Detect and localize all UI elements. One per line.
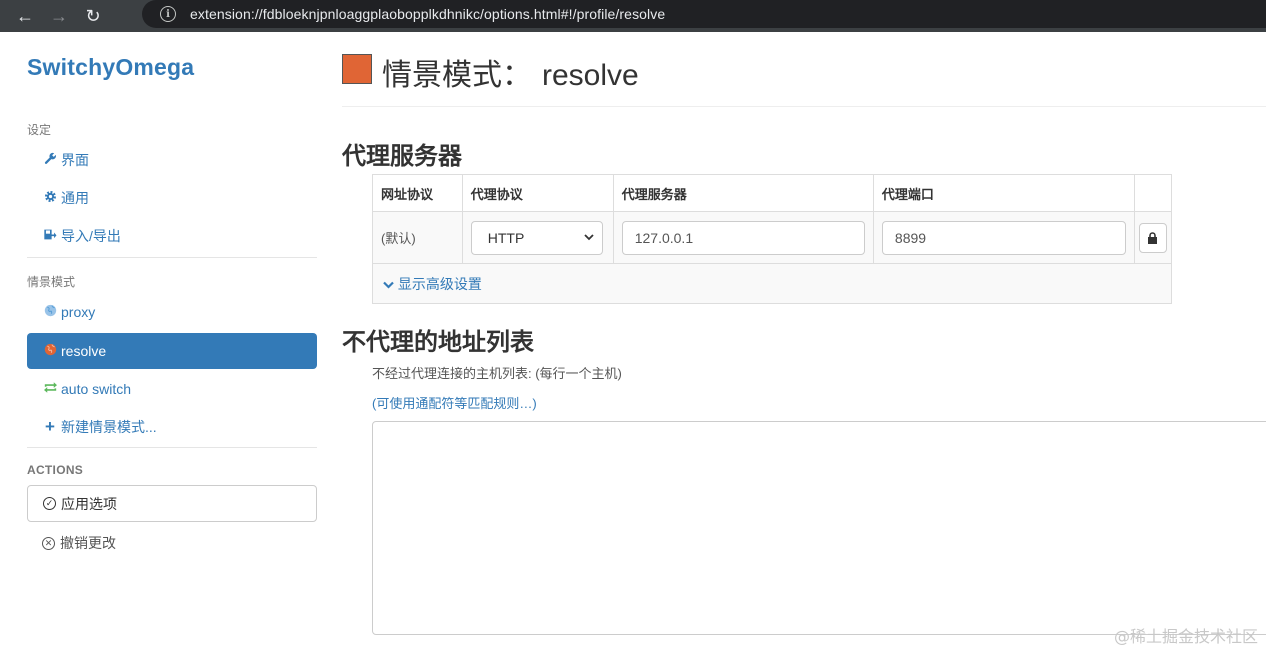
sidebar-item-import-export[interactable]: 导入/导出: [27, 218, 317, 254]
main-content: 情景模式： resolve 代理服务器 网址协议 代理协议 代理服务器 代理端口 …: [342, 32, 1266, 653]
protocol-select-value: HTTP: [487, 229, 525, 246]
app-brand[interactable]: SwitchyOmega: [27, 54, 194, 81]
lock-cell: [1133, 211, 1173, 264]
bypass-description: 不经过代理连接的主机列表: (每行一个主机): [372, 366, 622, 381]
protocol-cell: HTTP: [461, 211, 614, 264]
sidebar-item-general[interactable]: 通用: [27, 180, 317, 216]
reload-icon: ↻: [85, 5, 101, 26]
sidebar: SwitchyOmega 设定 界面 通用 导入/导出 情景模式 proxy r…: [0, 32, 330, 653]
discard-label: 撤销更改: [60, 535, 116, 551]
profiles-header: 情景模式: [27, 275, 76, 289]
column-header-protocol: 代理协议: [461, 174, 614, 212]
settings-header: 设定: [27, 123, 52, 137]
lock-icon: [1148, 231, 1158, 244]
back-arrow-icon: ←: [16, 5, 34, 26]
address-bar[interactable]: i extension://fdbloeknjpnloaggplaobopplk…: [142, 0, 1266, 28]
site-info-icon[interactable]: i: [160, 6, 176, 22]
column-header-port: 代理端口: [872, 174, 1135, 212]
watermark: @稀土掘金技术社区: [1113, 627, 1258, 646]
sidebar-item-proxy[interactable]: proxy: [27, 294, 317, 330]
globe-icon: [41, 343, 59, 359]
actions-header: ACTIONS: [27, 463, 84, 477]
sidebar-item-resolve[interactable]: resolve: [27, 333, 317, 369]
check-circle-icon: ✓: [43, 497, 56, 510]
sidebar-divider: [27, 257, 317, 258]
forward-arrow-icon: →: [50, 5, 68, 26]
new-profile-label: 新建情景模式...: [61, 419, 157, 435]
column-header-scheme: 网址协议: [372, 174, 463, 212]
sidebar-item-label: 通用: [61, 190, 89, 206]
column-header-actions: [1133, 174, 1173, 212]
profile-color-swatch[interactable]: [342, 54, 372, 84]
sidebar-divider: [27, 447, 317, 448]
bypass-list-textarea[interactable]: [372, 421, 1266, 635]
new-profile-button[interactable]: + 新建情景模式...: [27, 409, 317, 445]
gear-icon: [41, 190, 59, 206]
proxy-section-title: 代理服务器: [342, 143, 462, 170]
protocol-select[interactable]: HTTP: [470, 220, 603, 255]
forward-button[interactable]: →: [42, 0, 76, 32]
header-divider: [342, 106, 1266, 107]
auto-switch-icon: [41, 381, 59, 397]
discard-changes-button[interactable]: ✕ 撤销更改: [27, 528, 317, 558]
reload-button[interactable]: ↻: [76, 0, 110, 32]
back-button[interactable]: ←: [8, 0, 42, 32]
apply-options-button[interactable]: ✓ 应用选项: [27, 485, 317, 522]
advanced-settings-row: 显示高级设置: [372, 263, 1172, 304]
sidebar-item-interface[interactable]: 界面: [27, 142, 317, 178]
proxy-servers-table: 网址协议 代理协议 代理服务器 代理端口 (默认) HTTP 127.0.0.1…: [372, 174, 1173, 304]
plus-icon: +: [45, 417, 55, 436]
apply-label: 应用选项: [61, 495, 117, 512]
url-text[interactable]: extension://fdbloeknjpnloaggplaobopplkdh…: [190, 6, 665, 22]
chevron-down-icon: [383, 276, 398, 292]
show-advanced-label: 显示高级设置: [397, 275, 482, 292]
sidebar-item-label: 导入/导出: [61, 228, 121, 244]
chevron-down-icon: [584, 232, 594, 244]
show-advanced-link[interactable]: 显示高级设置: [372, 263, 1172, 304]
table-row: (默认) HTTP 127.0.0.1 8899: [372, 211, 1173, 264]
page-title-prefix: 情景模式：: [382, 59, 532, 92]
sidebar-item-label: proxy: [61, 304, 96, 320]
bypass-section-title: 不代理的地址列表: [342, 329, 534, 356]
sidebar-item-label: 界面: [61, 152, 89, 168]
wildcard-rules-link[interactable]: (可使用通配符等匹配规则…): [372, 393, 537, 412]
sidebar-item-label: resolve: [61, 343, 107, 359]
proxy-server-input[interactable]: 127.0.0.1: [621, 220, 865, 255]
page-title: 情景模式： resolve: [382, 50, 639, 94]
table-header-row: 网址协议 代理协议 代理服务器 代理端口: [372, 174, 1173, 212]
wrench-icon: [41, 152, 59, 168]
port-cell: 8899: [872, 211, 1135, 264]
profile-name: resolve: [542, 59, 639, 92]
sidebar-item-auto-switch[interactable]: auto switch: [27, 371, 317, 407]
x-circle-icon: ✕: [42, 536, 55, 550]
server-cell: 127.0.0.1: [612, 211, 874, 264]
auth-lock-button[interactable]: [1138, 222, 1167, 253]
proxy-port-input[interactable]: 8899: [881, 220, 1126, 255]
column-header-server: 代理服务器: [612, 174, 874, 212]
globe-icon: [41, 304, 59, 320]
import-export-icon: [41, 228, 59, 244]
sidebar-item-label: auto switch: [61, 381, 132, 397]
scheme-cell: (默认): [372, 211, 463, 264]
